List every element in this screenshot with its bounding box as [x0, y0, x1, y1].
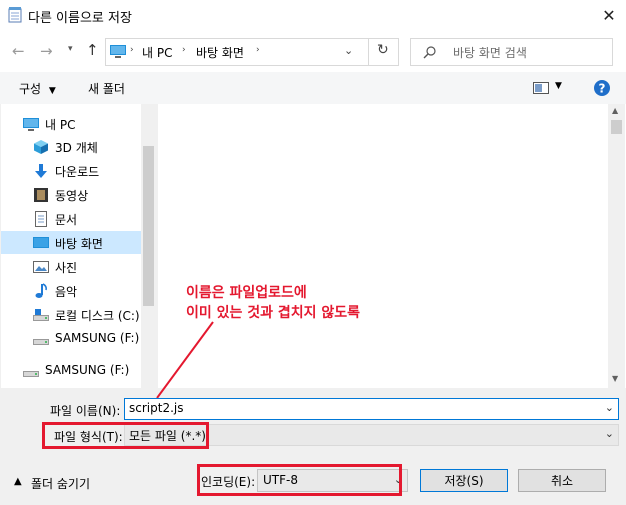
pc-icon [110, 45, 126, 58]
file-list-scrollbar-thumb[interactable] [611, 120, 622, 134]
help-icon[interactable]: ? [594, 80, 610, 96]
refresh-button[interactable]: ↻ [368, 38, 399, 66]
notepad-icon [8, 7, 22, 23]
tree-item-pictures[interactable]: 사진 [1, 255, 141, 278]
tree-item-samsung-f-root[interactable]: SAMSUNG (F:) [1, 359, 141, 382]
chevron-down-icon[interactable]: ⌄ [605, 427, 614, 440]
new-folder-button[interactable]: 새 폴더 [88, 80, 125, 97]
address-row: ← → ▾ ↑ › 내 PC › 바탕 화면 › ⌄ ↻ 바탕 화면 검색 [0, 30, 626, 72]
breadcrumb-separator: › [256, 45, 260, 55]
tree-item-label: 동영상 [55, 189, 89, 203]
recent-locations-chevron-icon[interactable]: ▾ [68, 44, 73, 54]
desktop-icon [33, 237, 49, 248]
filename-value: script2.js [129, 401, 184, 415]
download-icon [35, 164, 47, 178]
tree-item-label: SAMSUNG (F:) [45, 363, 130, 377]
scroll-down-icon[interactable]: ▼ [612, 374, 618, 383]
title-bar: 다른 이름으로 저장 ✕ [0, 0, 626, 30]
search-input[interactable]: 바탕 화면 검색 [410, 38, 613, 66]
pc-icon [23, 118, 39, 131]
back-arrow-icon[interactable]: ← [12, 42, 25, 60]
picture-icon [33, 261, 49, 273]
tree-item-videos[interactable]: 동영상 [1, 183, 141, 206]
view-options-icon[interactable] [533, 82, 549, 94]
address-bar[interactable]: › 내 PC › 바탕 화면 › ⌄ [105, 38, 399, 66]
tree-item-samsung-f[interactable]: SAMSUNG (F:) [1, 327, 141, 350]
music-icon [35, 283, 47, 298]
navigation-pane: 내 PC 3D 개체 다운로드 동영상 문서 바탕 화면 사진 음악 로컬 디스… [1, 104, 156, 388]
tree-item-label: SAMSUNG (F:) [55, 331, 140, 345]
tree-item-label: 내 PC [45, 118, 76, 132]
drive-icon [33, 309, 49, 321]
annotation-line-2: 이미 있는 것과 겹치지 않도록 [186, 305, 361, 321]
video-icon [34, 188, 48, 202]
search-icon [423, 46, 436, 59]
close-button[interactable]: ✕ [592, 0, 626, 30]
save-button[interactable]: 저장(S) [420, 469, 508, 492]
organize-label: 구성 [19, 82, 42, 96]
filename-input[interactable]: script2.js ⌄ [124, 398, 619, 420]
tree-item-downloads[interactable]: 다운로드 [1, 159, 141, 182]
view-chevron-down-icon[interactable]: ▼ [555, 81, 562, 91]
file-list-pane[interactable] [158, 104, 626, 388]
scroll-up-icon[interactable]: ▲ [612, 106, 618, 115]
breadcrumb-pc[interactable]: 내 PC [142, 44, 172, 61]
search-placeholder: 바탕 화면 검색 [453, 46, 527, 60]
up-arrow-icon[interactable]: ↑ [86, 41, 99, 59]
organize-button[interactable]: 구성 ▼ [19, 80, 56, 97]
nav-scrollbar-thumb[interactable] [143, 146, 154, 306]
cube-icon [34, 140, 48, 154]
highlight-box [197, 464, 402, 496]
toolbar: 구성 ▼ 새 폴더 ▼ ? [0, 72, 626, 104]
highlight-box [42, 422, 209, 449]
breadcrumb-separator: › [182, 45, 186, 55]
tree-item-music[interactable]: 음악 [1, 279, 141, 302]
chevron-down-icon[interactable]: ⌄ [605, 401, 614, 414]
window-title: 다른 이름으로 저장 [28, 11, 132, 26]
chevron-down-icon: ▼ [48, 86, 56, 96]
svg-text:?: ? [599, 82, 606, 96]
hide-folders-button[interactable]: 폴더 숨기기 [31, 475, 90, 492]
tree-item-label: 음악 [55, 285, 78, 299]
drive-icon [23, 371, 39, 377]
tree-item-label: 로컬 디스크 (C:) [55, 309, 140, 323]
tree-item-label: 사진 [55, 261, 78, 275]
filename-label: 파일 이름(N): [50, 404, 121, 418]
close-icon: ✕ [602, 5, 616, 25]
cancel-button[interactable]: 취소 [518, 469, 606, 492]
document-icon [35, 211, 47, 227]
address-dropdown-chevron-icon[interactable]: ⌄ [344, 44, 353, 57]
tree-item-desktop[interactable]: 바탕 화면 [1, 231, 141, 254]
tree-item-my-pc[interactable]: 내 PC [1, 112, 141, 135]
annotation-line-1: 이름은 파일업로드에 [186, 285, 307, 301]
chevron-up-icon[interactable]: ▲ [14, 476, 22, 487]
tree-item-label: 다운로드 [55, 165, 100, 179]
forward-arrow-icon[interactable]: → [40, 42, 53, 60]
tree-item-label: 문서 [55, 213, 78, 227]
tree-item-label: 3D 개체 [55, 141, 98, 155]
breadcrumb-desktop[interactable]: 바탕 화면 [196, 44, 244, 61]
drive-icon [33, 339, 49, 345]
refresh-icon: ↻ [377, 42, 389, 58]
file-list-scrollbar[interactable]: ▲ ▼ [608, 104, 625, 388]
breadcrumb-separator: › [130, 45, 134, 55]
tree-item-3d-objects[interactable]: 3D 개체 [1, 135, 141, 158]
tree-item-documents[interactable]: 문서 [1, 207, 141, 230]
tree-item-local-disk-c[interactable]: 로컬 디스크 (C:) [1, 303, 141, 326]
tree-item-label: 바탕 화면 [55, 237, 103, 251]
